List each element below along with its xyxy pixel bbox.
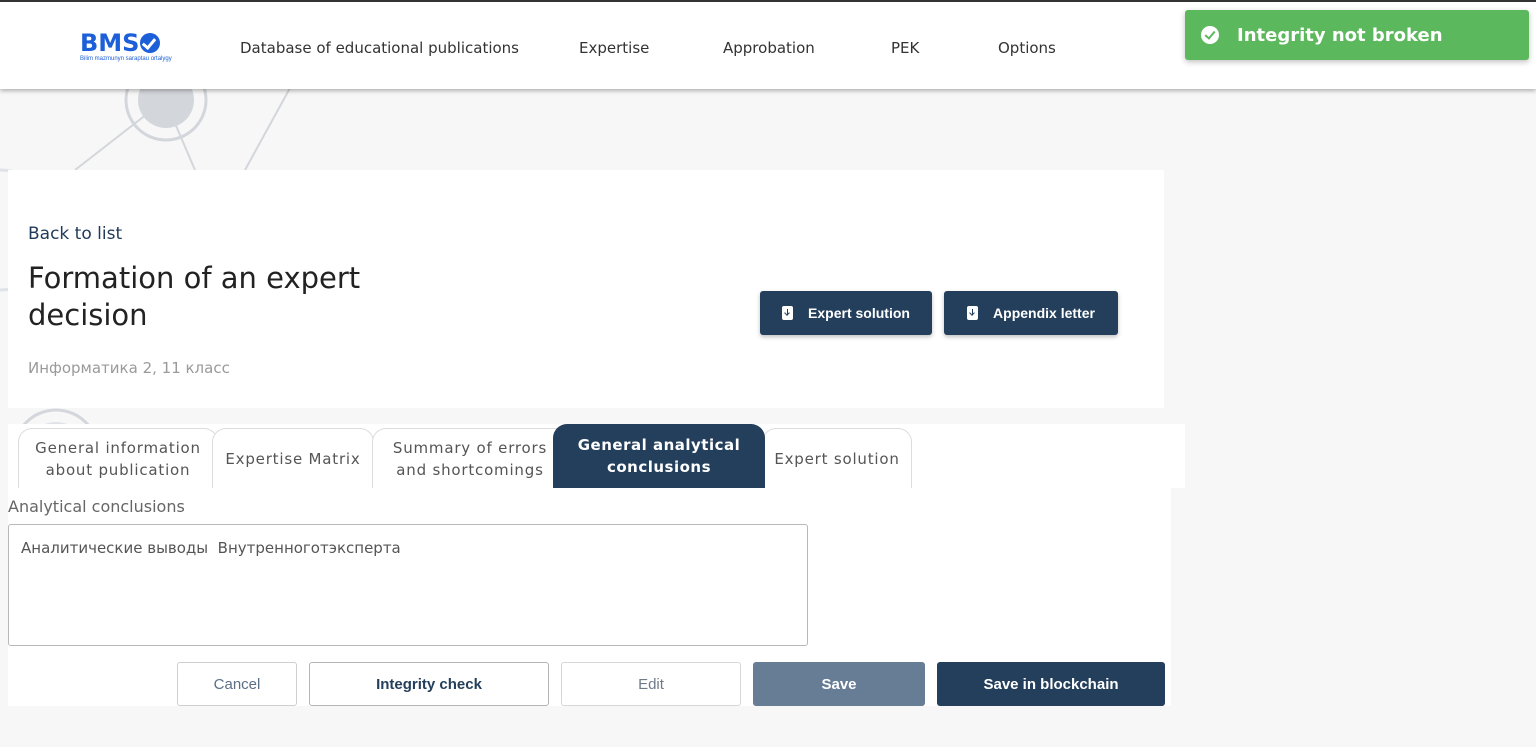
analytical-conclusions-textarea[interactable]: Аналитические выводы Внутренноготэксперт…	[8, 524, 808, 646]
logo-check-icon	[140, 33, 161, 53]
tab-expertise-matrix[interactable]: Expertise Matrix	[212, 428, 374, 488]
back-to-list-link[interactable]: Back to list	[28, 224, 122, 244]
analytical-conclusions-panel: Analytical conclusions Аналитические выв…	[8, 488, 1171, 706]
tab-general-information[interactable]: General information about publication	[18, 428, 218, 488]
logo-text: BMS	[80, 29, 140, 57]
toast-message: Integrity not broken	[1237, 24, 1443, 46]
edit-button[interactable]: Edit	[561, 662, 741, 706]
expert-solution-label: Expert solution	[808, 305, 910, 321]
tab-expert-solution[interactable]: Expert solution	[762, 428, 912, 488]
tab-general-analytical-conclusions[interactable]: General analytical conclusions	[553, 424, 765, 488]
file-download-icon	[782, 306, 794, 320]
expert-solution-download-button[interactable]: Expert solution	[760, 291, 932, 335]
nav-pek[interactable]: PEK	[891, 39, 919, 57]
nav-database-of-educational-publications[interactable]: Database of educational publications	[240, 39, 519, 57]
integrity-toast[interactable]: Integrity not broken	[1185, 10, 1529, 60]
bmso-logo[interactable]: BMS Bilim mazmunyn saraptau ortalygy	[80, 30, 180, 70]
cancel-button[interactable]: Cancel	[177, 662, 297, 706]
appendix-letter-label: Appendix letter	[993, 305, 1095, 321]
tab-summary-of-errors[interactable]: Summary of errors and shortcomings	[372, 428, 568, 488]
integrity-check-button[interactable]: Integrity check	[309, 662, 549, 706]
nav-approbation[interactable]: Approbation	[723, 39, 815, 57]
publication-subtitle: Информатика 2, 11 класс	[28, 359, 230, 377]
decision-header-card: Back to list Formation of an expert deci…	[8, 170, 1164, 408]
check-circle-icon	[1201, 26, 1219, 44]
analytical-conclusions-label: Analytical conclusions	[8, 497, 185, 516]
appendix-letter-download-button[interactable]: Appendix letter	[944, 291, 1118, 335]
save-button[interactable]: Save	[753, 662, 925, 706]
nav-expertise[interactable]: Expertise	[579, 39, 649, 57]
save-in-blockchain-button[interactable]: Save in blockchain	[937, 662, 1165, 706]
nav-options[interactable]: Options	[998, 39, 1056, 57]
logo-subtitle: Bilim mazmunyn saraptau ortalygy	[80, 56, 172, 62]
file-download-icon	[967, 306, 979, 320]
page-title: Formation of an expert decision	[28, 261, 361, 332]
